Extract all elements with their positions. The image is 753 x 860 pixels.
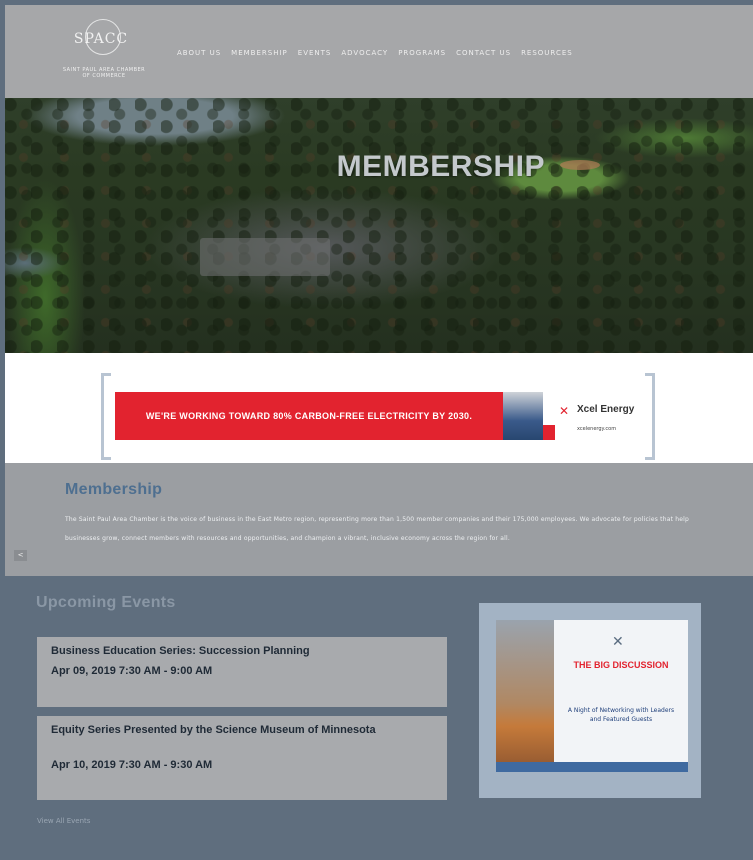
hero-ballfield (560, 160, 600, 170)
hero-banner: MEMBERSHIP (5, 98, 753, 353)
membership-body: The Saint Paul Area Chamber is the voice… (65, 516, 690, 542)
xcel-logo-icon: ✕ (559, 404, 570, 418)
promo-logo-icon: ✕ (612, 634, 624, 650)
event-card[interactable]: Equity Series Presented by the Science M… (37, 716, 447, 800)
ad-red-panel: WE'RE WORKING TOWARD 80% CARBON-FREE ELE… (115, 392, 503, 440)
hero-aerial-photo (5, 98, 753, 353)
ad-banner-area: WE'RE WORKING TOWARD 80% CARBON-FREE ELE… (5, 353, 753, 463)
nav-resources[interactable]: RESOURCES (521, 49, 573, 57)
bracket-left (101, 373, 111, 460)
event-date: Apr 10, 2019 7:30 AM - 9:30 AM (51, 759, 213, 771)
hero-title: MEMBERSHIP (336, 150, 545, 183)
promo-content: ✕ THE BIG DISCUSSION A Night of Networki… (554, 620, 688, 772)
ad-brand-name: Xcel Energy (577, 404, 635, 415)
logo-ring-icon (85, 19, 121, 55)
promo-card: ✕ THE BIG DISCUSSION A Night of Networki… (496, 620, 688, 772)
site-header: SPACC SAINT PAUL AREA CHAMBER OF COMMERC… (5, 5, 753, 98)
main-nav: ABOUT US MEMBERSHIP EVENTS ADVOCACY PROG… (177, 49, 573, 57)
event-title[interactable]: Business Education Series: Succession Pl… (51, 645, 431, 658)
ad-brand: ✕ Xcel Energy xcelenergy.com (555, 400, 650, 440)
nav-about-us[interactable]: ABOUT US (177, 49, 221, 57)
events-heading: Upcoming Events (36, 594, 176, 611)
xcel-ad-banner[interactable]: WE'RE WORKING TOWARD 80% CARBON-FREE ELE… (115, 392, 650, 440)
promo-food-image (496, 620, 554, 772)
events-section: Upcoming Events Business Education Serie… (5, 576, 753, 860)
chamber-logo[interactable]: SPACC SAINT PAUL AREA CHAMBER OF COMMERC… (55, 19, 147, 87)
promo-footer-strip (496, 762, 688, 772)
scroll-left-button[interactable]: < (14, 550, 27, 561)
nav-membership[interactable]: MEMBERSHIP (231, 49, 288, 57)
view-all-events-link[interactable]: View All Events (37, 817, 90, 825)
hero-building (200, 238, 330, 276)
nav-advocacy[interactable]: ADVOCACY (341, 49, 388, 57)
event-card[interactable]: Business Education Series: Succession Pl… (37, 637, 447, 707)
ad-red-box (543, 425, 555, 440)
ad-person-image (503, 392, 543, 440)
ad-text: WE'RE WORKING TOWARD 80% CARBON-FREE ELE… (145, 411, 473, 421)
event-title[interactable]: Equity Series Presented by the Science M… (51, 724, 431, 737)
logo-tagline: SAINT PAUL AREA CHAMBER OF COMMERCE (62, 67, 146, 79)
nav-contact-us[interactable]: CONTACT US (456, 49, 511, 57)
event-date: Apr 09, 2019 7:30 AM - 9:00 AM (51, 665, 213, 677)
logo-mark: SPACC (55, 19, 147, 59)
promo-ad[interactable]: ✕ THE BIG DISCUSSION A Night of Networki… (479, 603, 701, 798)
membership-heading: Membership (65, 481, 163, 498)
page: SPACC SAINT PAUL AREA CHAMBER OF COMMERC… (5, 5, 753, 860)
nav-programs[interactable]: PROGRAMS (398, 49, 446, 57)
nav-events[interactable]: EVENTS (298, 49, 332, 57)
membership-section: Membership The Saint Paul Area Chamber i… (5, 463, 753, 576)
promo-title: THE BIG DISCUSSION (573, 660, 669, 670)
promo-subtitle: A Night of Networking with Leaders and F… (567, 707, 675, 723)
ad-brand-url: xcelenergy.com (577, 426, 617, 432)
